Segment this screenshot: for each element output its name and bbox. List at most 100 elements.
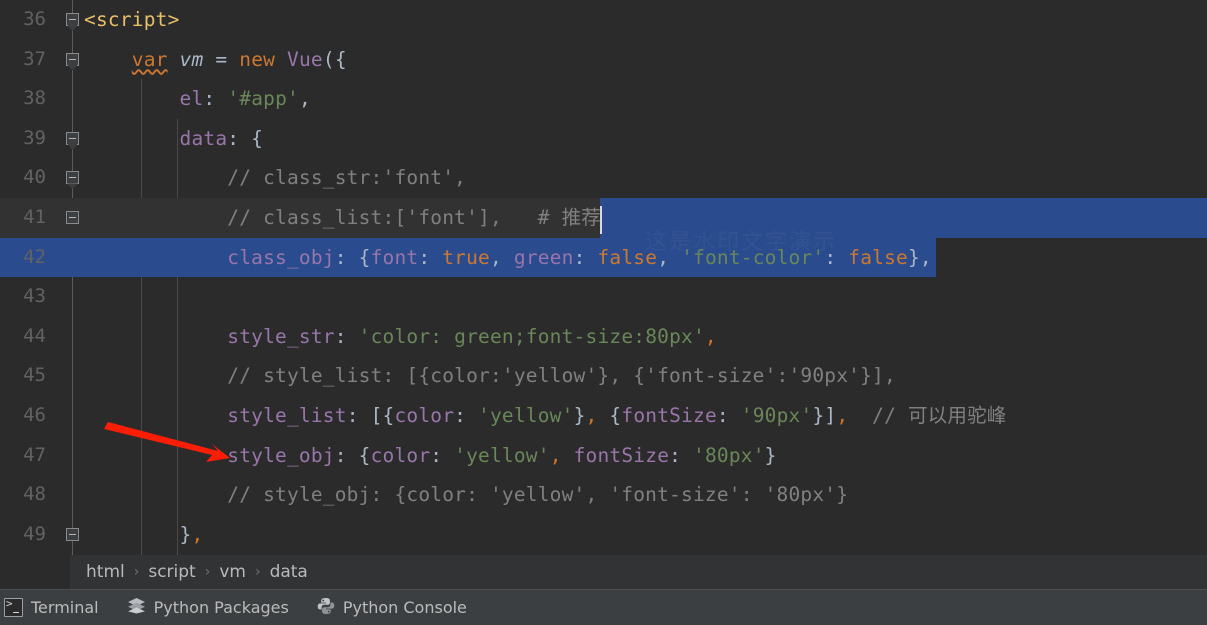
code-token: fontSize — [573, 443, 670, 467]
code-line-text: style_list: [{color: 'yellow'}, {fontSiz… — [84, 396, 1006, 436]
code-token: data — [179, 126, 228, 150]
statusbar-item-label: Terminal — [31, 598, 99, 617]
code-line[interactable]: 47 style_obj: {color: 'yellow', fontSize… — [0, 436, 1207, 476]
code-line-text: class_obj: {font: true, green: false, 'f… — [84, 238, 932, 278]
code-line[interactable]: 39 data: { — [0, 119, 1207, 159]
line-number: 41 — [23, 205, 46, 228]
breadcrumb[interactable]: html › script › vm › data — [0, 555, 1207, 589]
fold-marker-icon[interactable] — [66, 171, 79, 185]
code-line[interactable]: 44 style_str: 'color: green;font-size:80… — [0, 317, 1207, 357]
code-token: '#app' — [227, 87, 299, 111]
breadcrumb-item-html[interactable]: html — [86, 562, 125, 582]
code-line[interactable]: 45 // style_list: [{color:'yellow'}, {'f… — [0, 356, 1207, 396]
code-token: style_str — [227, 324, 335, 348]
code-token: : — [454, 403, 479, 427]
breadcrumb-item-data[interactable]: data — [270, 562, 308, 582]
code-token: , — [549, 443, 562, 467]
code-token: }] — [812, 403, 837, 427]
code-lines[interactable]: 36 <script> 37 var vm = new Vue({38 el: '#… — [0, 0, 1207, 554]
code-token: , — [836, 403, 849, 427]
breadcrumb-items[interactable]: html › script › vm › data — [86, 562, 308, 582]
code-token: // style_obj: {color: 'yellow', 'font-si… — [84, 483, 849, 507]
statusbar-item-terminal[interactable]: Terminal — [0, 590, 113, 625]
breadcrumb-separator-icon: › — [204, 564, 211, 580]
code-token: 'yellow' — [478, 403, 574, 427]
code-token: green — [513, 245, 574, 269]
code-token: : — [334, 324, 359, 348]
line-number: 48 — [23, 483, 46, 506]
breadcrumb-item-script[interactable]: script — [148, 562, 195, 582]
breadcrumb-separator-icon: › — [254, 564, 261, 580]
code-token: , — [657, 245, 682, 269]
fold-marker-icon[interactable] — [66, 210, 79, 224]
python-console-icon — [317, 597, 335, 619]
code-line-text: style_obj: {color: 'yellow', fontSize: '… — [84, 436, 777, 476]
code-token: el — [179, 87, 204, 111]
statusbar-item-python-console[interactable]: Python Console — [303, 590, 481, 625]
code-token: color — [394, 403, 455, 427]
code-token: : — [824, 245, 849, 269]
line-number: 37 — [23, 47, 46, 70]
code-line-text: // style_obj: {color: 'yellow', 'font-si… — [84, 475, 848, 515]
code-token: 'yellow' — [454, 443, 550, 467]
fold-marker-icon[interactable] — [66, 131, 79, 145]
code-line[interactable]: 40 // class_str:'font', — [0, 158, 1207, 198]
code-line[interactable]: 38 el: '#app', — [0, 79, 1207, 119]
code-token: color — [370, 443, 431, 467]
statusbar-item-python-packages[interactable]: Python Packages — [113, 590, 303, 625]
code-token: Vue — [287, 47, 323, 71]
code-token: class_obj — [227, 245, 335, 269]
code-line[interactable]: 42 class_obj: {font: true, green: false,… — [0, 237, 1207, 278]
code-token: ({ — [322, 47, 347, 71]
code-line-text: // class_str:'font', — [84, 158, 466, 198]
code-token: }, — [907, 245, 932, 269]
statusbar-item-label: Python Packages — [153, 598, 289, 617]
code-token: } — [764, 443, 777, 467]
code-token: // class_list:['font'], # 推荐 — [84, 205, 601, 229]
code-token: style_list — [227, 403, 347, 427]
code-token: // style_list: [{color:'yellow'}, {'font… — [84, 364, 896, 388]
python-packages-icon — [127, 597, 146, 618]
code-line[interactable]: 48 // style_obj: {color: 'yellow', 'font… — [0, 475, 1207, 515]
code-editor[interactable]: 36 <script> 37 var vm = new Vue({38 el: '#… — [0, 0, 1207, 555]
code-token: new — [239, 47, 276, 71]
code-token: = — [203, 47, 240, 71]
code-line[interactable]: 49 }, — [0, 515, 1207, 555]
code-line[interactable]: 46 style_list: [{color: 'yellow'}, {font… — [0, 396, 1207, 436]
code-token: : — [669, 443, 694, 467]
code-line[interactable]: 36 <script> — [0, 0, 1207, 40]
status-bar[interactable]: Terminal Python Packages Python Console — [0, 589, 1207, 625]
code-token: : — [716, 403, 741, 427]
code-token: // class_str:'font', — [84, 166, 467, 190]
code-token: : — [430, 443, 455, 467]
code-line[interactable]: 41 // class_list:['font'], # 推荐 — [0, 197, 1207, 238]
statusbar-item-label: Python Console — [342, 598, 467, 617]
code-token: : — [418, 245, 443, 269]
code-token: } — [573, 403, 586, 427]
code-token: , — [191, 522, 204, 546]
code-token: { — [597, 403, 622, 427]
code-token: : — [203, 87, 228, 111]
breadcrumb-item-vm[interactable]: vm — [219, 562, 246, 582]
line-number: 45 — [23, 364, 46, 387]
code-line-text: // style_list: [{color:'yellow'}, {'font… — [84, 356, 896, 396]
line-number: 43 — [23, 285, 46, 308]
code-token: 'color: green;font-size:80px' — [358, 324, 705, 348]
line-number: 40 — [23, 166, 46, 189]
ide-window: 36 <script> 37 var vm = new Vue({38 el: '#… — [0, 0, 1207, 625]
code-line[interactable]: 43 — [0, 277, 1207, 317]
code-line-text: data: { — [84, 119, 263, 159]
line-number: 39 — [23, 126, 46, 149]
code-token: : { — [334, 443, 371, 467]
fold-marker-icon[interactable] — [66, 527, 79, 541]
line-number: 49 — [23, 522, 46, 545]
fold-marker-icon[interactable] — [66, 52, 79, 66]
code-line-text: style_str: 'color: green;font-size:80px'… — [84, 317, 717, 357]
code-token: // 可以用驼峰 — [848, 403, 1007, 427]
code-line[interactable]: 37 var vm = new Vue({ — [0, 40, 1207, 80]
fold-marker-icon[interactable] — [66, 13, 79, 26]
